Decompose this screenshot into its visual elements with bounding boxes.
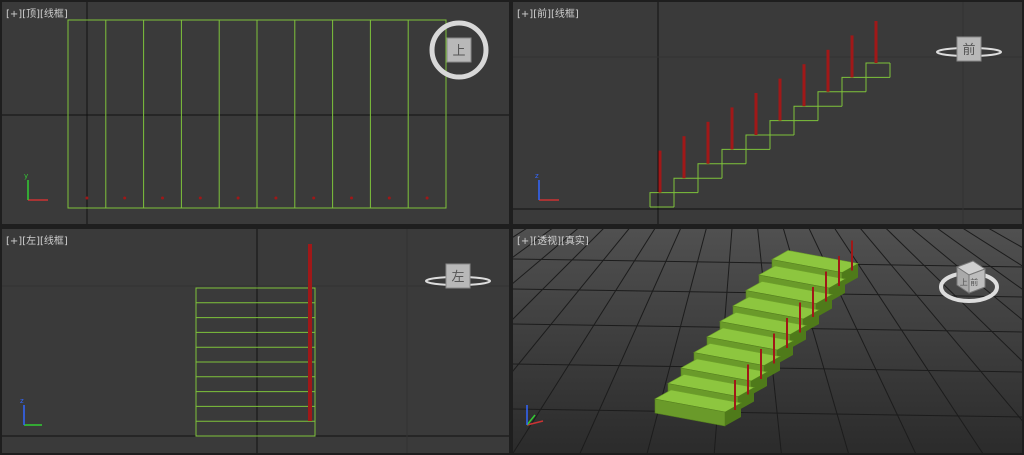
axis-tripod: y: [24, 172, 48, 201]
view-type-button[interactable]: [前]: [533, 9, 551, 20]
viewport-menu-button[interactable]: [+]: [6, 9, 22, 20]
railing-post-dot: [312, 196, 316, 200]
viewport-top[interactable]: [+][顶][线框] 上 y: [2, 2, 509, 224]
railing-post-dot: [123, 196, 127, 200]
railing-post-dot: [85, 196, 89, 200]
stair-step-lines: [105, 20, 409, 208]
top-view-canvas: 上 y: [2, 2, 509, 224]
viewport-top-label[interactable]: [+][顶][线框]: [6, 5, 68, 20]
left-view-canvas: 左 z: [2, 229, 509, 453]
viewport-menu-button[interactable]: [+]: [517, 236, 533, 247]
viewcube-face-label: 前: [962, 42, 975, 58]
axis-tripod: z: [20, 397, 42, 426]
stair-side-steps: [196, 302, 315, 422]
viewcube-face-label: 上: [452, 44, 465, 59]
stair-profile: [649, 62, 891, 208]
railing-post-dot: [274, 196, 278, 200]
viewport-perspective[interactable]: [+][透视][真实] 上 前: [513, 229, 1022, 453]
viewport-front-label[interactable]: [+][前][线框]: [517, 5, 579, 20]
viewport-menu-button[interactable]: [+]: [517, 9, 533, 20]
axis-y-label: y: [24, 172, 28, 180]
railing-post-dot: [387, 196, 391, 200]
railing-post-dot: [161, 196, 164, 200]
view-type-button[interactable]: [左]: [22, 236, 40, 247]
view-type-button[interactable]: [透视]: [533, 236, 561, 247]
railing-post-dot: [198, 196, 202, 200]
viewport-menu-button[interactable]: [+]: [6, 236, 22, 247]
viewcube-left: 左: [425, 263, 491, 289]
view-type-button[interactable]: [顶]: [22, 9, 40, 20]
viewport-front[interactable]: [+][前][线框] 前 z: [513, 2, 1022, 224]
shading-mode-button[interactable]: [线框]: [40, 236, 68, 247]
shading-mode-button[interactable]: [线框]: [40, 9, 68, 20]
axis-z-label: z: [535, 172, 539, 180]
perspective-canvas: 上 前: [513, 229, 1022, 453]
front-view-canvas: 前 z: [513, 2, 1022, 224]
shading-mode-button[interactable]: [线框]: [551, 9, 579, 20]
axis-z-label: z: [20, 397, 24, 405]
axis-tripod: z: [535, 172, 559, 201]
viewcube-top: 上: [429, 20, 489, 80]
viewport-layout: [+][顶][线框] 上 y [+][前][线框] 前 z [+][左][线框]…: [0, 0, 1024, 455]
viewport-left[interactable]: [+][左][线框] 左 z: [2, 229, 509, 453]
viewport-left-label[interactable]: [+][左][线框]: [6, 232, 68, 247]
railing-posts: [658, 21, 878, 193]
railing-post-dot: [425, 196, 429, 200]
railing-post-dot: [350, 196, 353, 200]
viewcube-face-label: 上 前: [960, 277, 979, 287]
viewcube-face-label: 左: [451, 270, 464, 285]
viewport-perspective-label[interactable]: [+][透视][真实]: [517, 232, 589, 247]
shading-mode-button[interactable]: [真实]: [561, 236, 589, 247]
railing-post-dot: [236, 196, 240, 200]
